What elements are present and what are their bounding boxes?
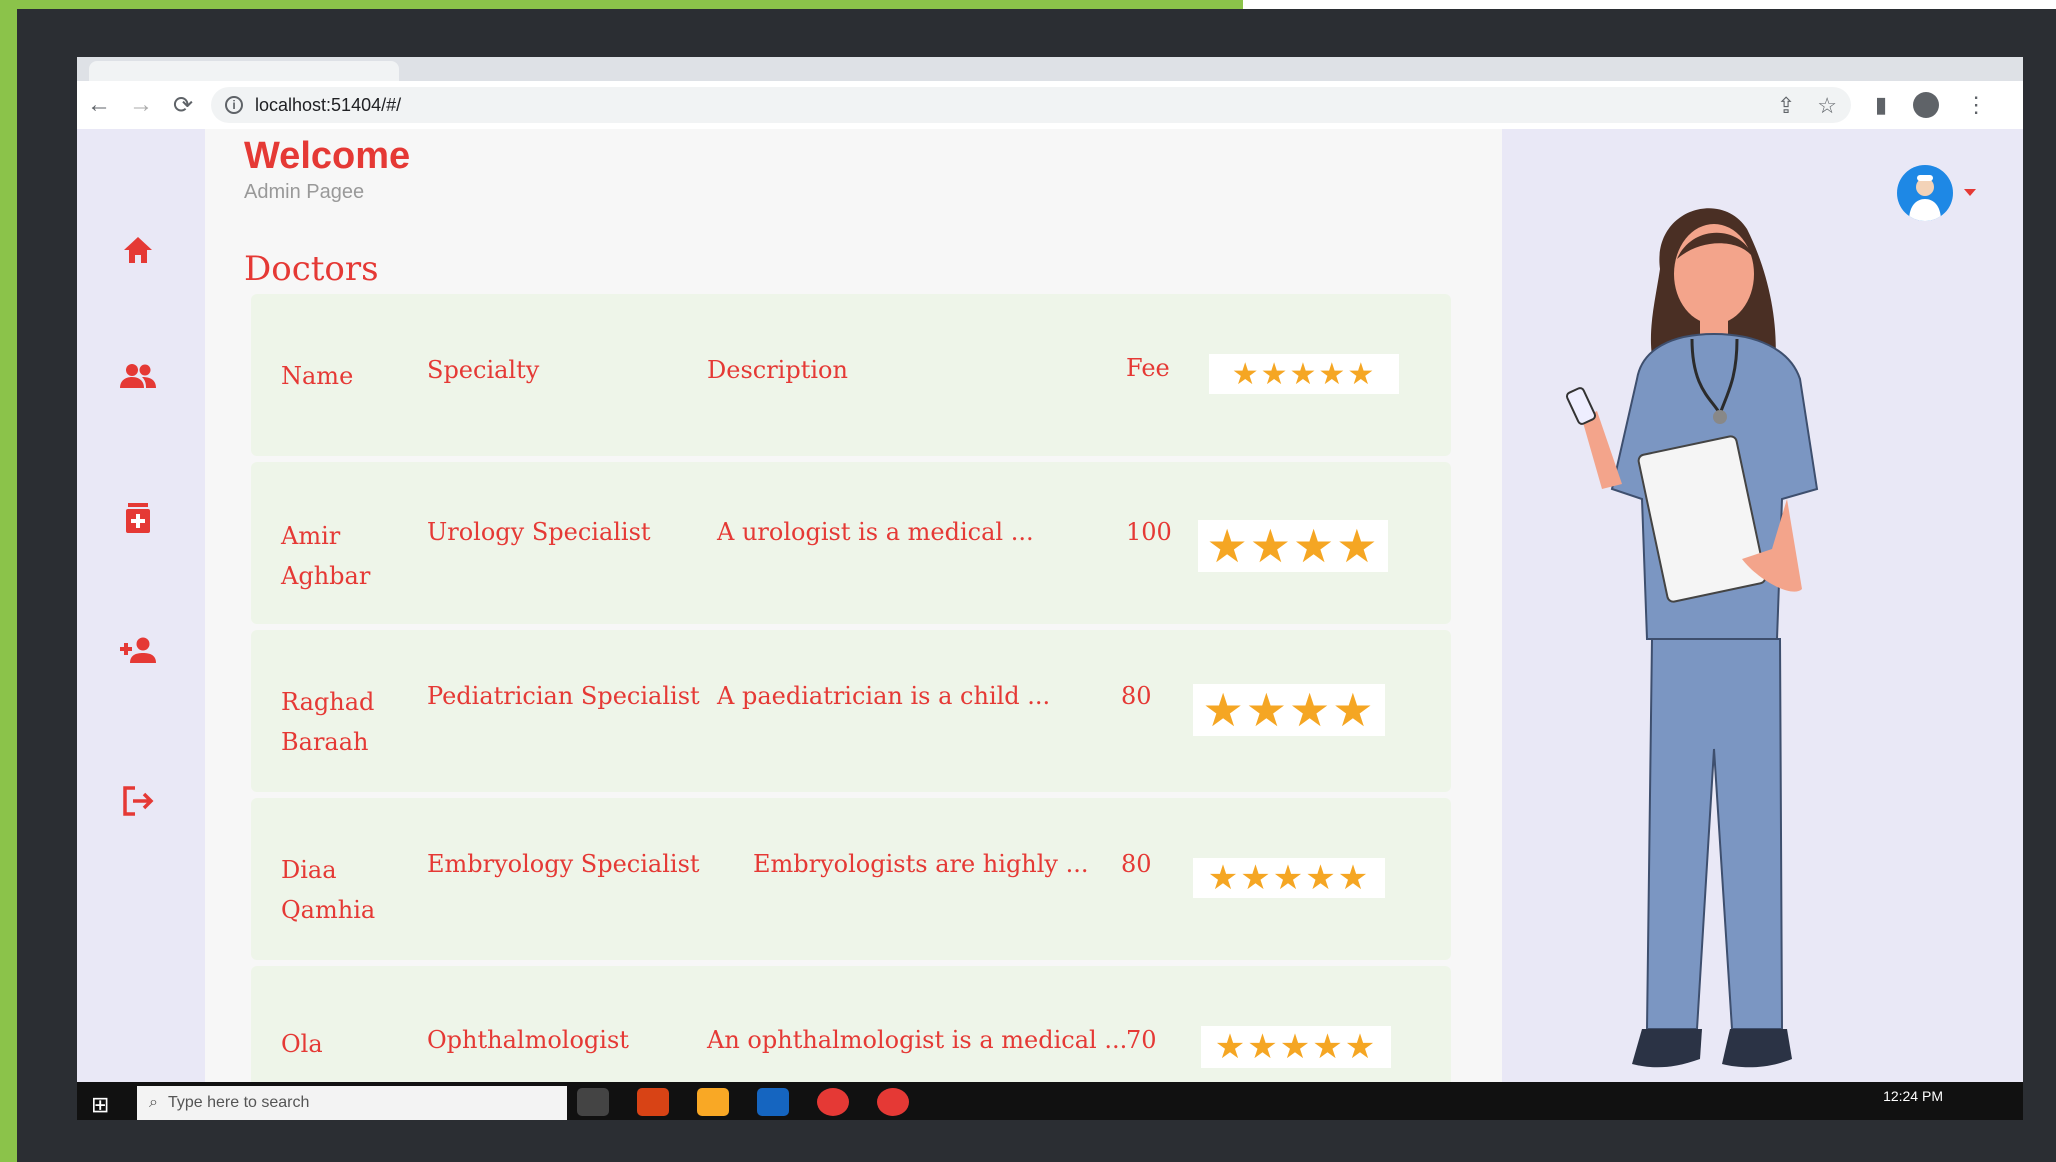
section-title: Doctors (244, 249, 379, 289)
doctor-fee: 80 (1121, 850, 1152, 878)
screenshot-window: ← → ⟳ i localhost:51404/#/ ⇪ ☆ ▮ ⋮ Welco… (77, 57, 2023, 1120)
doctor-specialty: Pediatrician Specialist (427, 682, 700, 710)
frame-decoration (1243, 0, 2056, 9)
tab-strip (77, 57, 2023, 81)
rating-stars: ★★★★★ (1193, 858, 1385, 898)
app-page: Welcome Admin Pagee Doctors Name Special… (77, 129, 2023, 1120)
browser-toolbar: ← → ⟳ i localhost:51404/#/ ⇪ ☆ ▮ ⋮ (77, 81, 2023, 129)
rating-stars: ★★★★★ (1209, 354, 1399, 394)
taskbar-clock: 12:24 PM (1883, 1088, 1943, 1104)
home-icon[interactable] (111, 223, 165, 277)
page-title: Welcome (244, 135, 411, 177)
table-row[interactable]: Raghad Baraah Pediatrician Specialist A … (251, 630, 1451, 792)
back-arrow-icon[interactable]: ← (79, 85, 119, 125)
medicine-icon[interactable] (111, 491, 165, 545)
doctor-description: A urologist is a medical ... (717, 518, 1034, 546)
nurse-illustration (1565, 208, 1819, 1068)
doctor-specialty: Ophthalmologist (427, 1026, 629, 1054)
taskbar-search[interactable]: ⌕ Type here to search (137, 1086, 567, 1120)
table-row[interactable]: Amir Aghbar Urology Specialist A urologi… (251, 462, 1451, 624)
illustration-panel (1502, 129, 2023, 1082)
table-header-row: Name Specialty Description Fee ★★★★★ (251, 294, 1451, 456)
column-header-name: Name (281, 362, 354, 390)
people-icon[interactable] (111, 349, 165, 403)
column-header-fee: Fee (1126, 354, 1170, 382)
chrome-icon[interactable] (817, 1088, 849, 1116)
frame-decoration (0, 0, 17, 1162)
rating-stars: ★★★★ (1193, 684, 1385, 736)
address-bar[interactable]: i localhost:51404/#/ ⇪ ☆ (211, 87, 1851, 123)
os-taskbar: ⊞ ⌕ Type here to search 12:24 PM (77, 1082, 2023, 1120)
doctor-description: An ophthalmologist is a medical ... (707, 1026, 1128, 1054)
forward-arrow-icon[interactable]: → (121, 85, 161, 125)
doctor-specialty: Embryology Specialist (427, 850, 700, 878)
sidepanel-icon[interactable]: ▮ (1875, 92, 1887, 118)
doctor-description: Embryologists are highly ... (753, 850, 1089, 878)
chevron-down-icon[interactable] (1964, 189, 1976, 196)
doctor-name: Ola (281, 1030, 323, 1058)
profile-icon[interactable] (1913, 92, 1940, 118)
star-icon[interactable]: ☆ (1817, 93, 1837, 119)
doctor-name: Diaa Qamhia (281, 856, 376, 924)
doctor-fee: 100 (1126, 518, 1172, 546)
column-header-specialty: Specialty (427, 356, 540, 384)
share-icon[interactable]: ⇪ (1777, 93, 1795, 119)
table-row[interactable]: Diaa Qamhia Embryology Specialist Embryo… (251, 798, 1451, 960)
add-person-icon[interactable] (111, 623, 165, 677)
doctor-fee: 70 (1126, 1026, 1157, 1054)
doctor-name: Raghad Baraah (281, 688, 375, 756)
taskbar-search-placeholder: Type here to search (167, 1094, 310, 1111)
reload-icon[interactable]: ⟳ (163, 85, 203, 125)
avatar[interactable] (1897, 165, 1953, 221)
sidebar (77, 129, 205, 1082)
browser-tab[interactable] (89, 61, 399, 81)
doctor-name: Amir Aghbar (281, 522, 371, 590)
logout-icon[interactable] (111, 774, 165, 828)
doctor-specialty: Urology Specialist (427, 518, 651, 546)
search-icon: ⌕ (149, 1094, 158, 1111)
frame-decoration (0, 0, 1243, 9)
column-header-description: Description (707, 356, 848, 384)
doctor-fee: 80 (1121, 682, 1152, 710)
taskbar-app-icon[interactable] (577, 1088, 609, 1116)
url-text: localhost:51404/#/ (255, 94, 402, 115)
rating-stars: ★★★★ (1198, 520, 1388, 572)
rating-stars: ★★★★★ (1201, 1026, 1391, 1068)
doctor-description: A paediatrician is a child ... (717, 682, 1051, 710)
taskbar-app-icon[interactable] (637, 1088, 669, 1116)
folder-icon[interactable] (697, 1088, 729, 1116)
windows-start-icon[interactable]: ⊞ (91, 1092, 109, 1118)
more-icon[interactable]: ⋮ (1965, 92, 1987, 118)
chrome-icon[interactable] (877, 1088, 909, 1116)
taskbar-app-icon[interactable] (757, 1088, 789, 1116)
info-icon[interactable]: i (225, 96, 243, 114)
page-subtitle: Admin Pagee (244, 181, 365, 203)
main-content: Welcome Admin Pagee Doctors Name Special… (205, 129, 1502, 1120)
